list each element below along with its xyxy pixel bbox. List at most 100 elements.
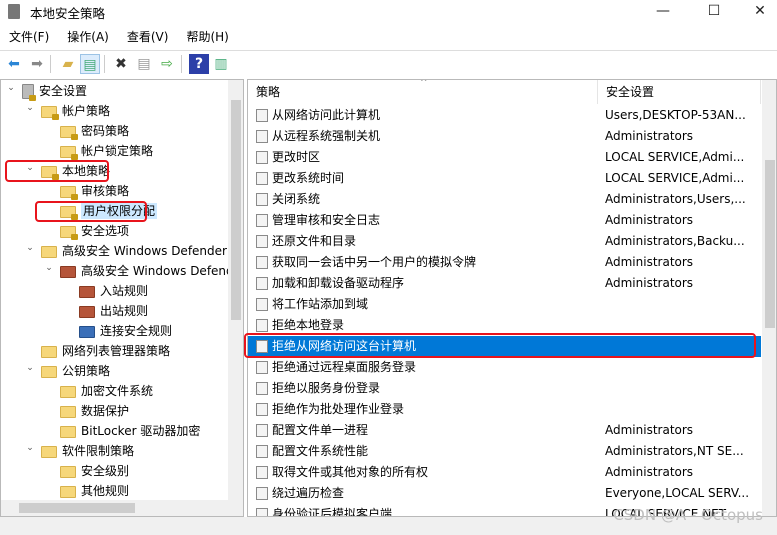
policy-name: 拒绝作为批处理作业登录 (272, 402, 405, 416)
policy-row[interactable]: 还原文件和目录 Administrators,Backu... (248, 231, 761, 252)
close-button[interactable]: ✕ (737, 0, 777, 24)
policy-row[interactable]: 拒绝通过远程桌面服务登录 (248, 357, 761, 378)
menu-view[interactable]: 查看(V) (118, 27, 178, 47)
sort-ascending-icon: ^ (420, 79, 428, 88)
policy-row[interactable]: 拒绝以服务身份登录 (248, 378, 761, 399)
chevron-down-icon[interactable]: ⌄ (24, 98, 36, 118)
maximize-button[interactable]: ☐ (691, 0, 737, 24)
tree-item[interactable]: 帐户锁定策略 (43, 141, 153, 161)
up-folder-icon[interactable]: ▰ (58, 54, 78, 74)
tree-item-label: 高级安全 Windows Defender 防火墙 - 本地组策略对象 (81, 264, 244, 278)
menu-file[interactable]: 文件(F) (0, 27, 58, 47)
forward-icon[interactable]: ➡ (27, 54, 47, 74)
policy-row[interactable]: 关闭系统 Administrators,Users,... (248, 189, 761, 210)
tree-item-label: 公钥策略 (62, 364, 111, 378)
scroll-thumb[interactable] (19, 503, 135, 513)
policy-name: 拒绝通过远程桌面服务登录 (272, 360, 417, 374)
tree-item[interactable]: ⌄ 安全设置 (5, 81, 87, 101)
tree-item[interactable]: 密码策略 (43, 121, 129, 141)
policy-name: 管理审核和安全日志 (272, 213, 381, 227)
policy-setting: Administrators (605, 255, 694, 269)
tree-item[interactable]: 网络列表管理器策略 (24, 341, 170, 361)
menu-action[interactable]: 操作(A) (58, 27, 118, 47)
policy-row[interactable]: 管理审核和安全日志 Administrators (248, 210, 761, 231)
action-pane-icon[interactable]: ▥ (211, 54, 231, 74)
column-header-setting[interactable]: 安全设置 (598, 80, 761, 104)
folder-lock-icon (60, 185, 78, 200)
policy-name: 拒绝以服务身份登录 (272, 381, 381, 395)
show-hide-tree-icon[interactable]: ▤ (80, 54, 100, 74)
chevron-down-icon[interactable]: ⌄ (24, 238, 36, 258)
policy-icon (256, 130, 268, 143)
policy-setting: Administrators (605, 465, 694, 479)
tree-item[interactable]: 审核策略 (43, 181, 129, 201)
tree-item[interactable]: 连接安全规则 (62, 321, 172, 341)
tree-item[interactable]: BitLocker 驱动器加密 (43, 421, 200, 441)
help-icon[interactable]: ? (189, 54, 209, 74)
policy-icon (256, 466, 268, 479)
tree-item[interactable]: ⌄ 高级安全 Windows Defender 防火墙 - 本地组策略对象 (43, 258, 244, 281)
tree-item[interactable]: ⌄ 高级安全 Windows Defender 防火墙 (24, 238, 243, 261)
menu-help[interactable]: 帮助(H) (177, 27, 237, 47)
policy-icon (256, 403, 268, 416)
scroll-thumb[interactable] (765, 160, 775, 328)
policy-row[interactable]: 更改时区 LOCAL SERVICE,Admi... (248, 147, 761, 168)
app-icon (8, 4, 20, 19)
policy-row[interactable]: 将工作站添加到域 (248, 294, 761, 315)
tree-item[interactable]: 安全级别 (43, 461, 129, 481)
policy-row[interactable]: 从网络访问此计算机 Users,DESKTOP-53AN... (248, 105, 761, 126)
tree-vertical-scrollbar[interactable] (228, 80, 243, 500)
policy-row[interactable]: 配置文件系统性能 Administrators,NT SE... (248, 441, 761, 462)
folder-icon (41, 345, 57, 358)
window-title: 本地安全策略 (30, 6, 106, 21)
policy-list-pane: 策略 ^ 安全设置 从网络访问此计算机 Users,DESKTOP-53AN...… (247, 79, 777, 517)
scroll-thumb[interactable] (231, 100, 241, 320)
tree-item[interactable]: 出站规则 (62, 301, 148, 321)
chevron-down-icon[interactable]: ⌄ (24, 358, 36, 378)
export-list-icon[interactable]: ⇨ (157, 54, 177, 74)
tree-item[interactable]: 入站规则 (62, 281, 148, 301)
tree-item[interactable]: ⌄ 公钥策略 (24, 361, 110, 381)
policy-setting: Users,DESKTOP-53AN... (605, 108, 746, 122)
policy-icon (256, 298, 268, 311)
policy-row[interactable]: 拒绝作为批处理作业登录 (248, 399, 761, 420)
tree-item[interactable]: ⌄ 帐户策略 (24, 101, 110, 121)
policy-name: 绕过遍历检查 (272, 486, 345, 500)
policy-row[interactable]: 取得文件或其他对象的所有权 Administrators (248, 462, 761, 483)
delete-icon[interactable]: ✖ (111, 54, 131, 74)
chevron-down-icon[interactable]: ⌄ (24, 438, 36, 458)
minimize-button[interactable]: — (640, 0, 686, 24)
tree-pane: ⌄ 安全设置 ⌄ 帐户策略 密码策略 帐户锁定策略 ⌄ 本地策略 审核策略 用户权限分配 安全选项 ⌄… (0, 79, 244, 517)
policy-name: 获取同一会话中另一个用户的模拟令牌 (272, 255, 477, 269)
tree-item[interactable]: 安全选项 (43, 221, 129, 241)
policy-name: 将工作站添加到域 (272, 297, 369, 311)
policy-row[interactable]: 加载和卸载设备驱动程序 Administrators (248, 273, 761, 294)
tree-item-label: BitLocker 驱动器加密 (81, 424, 201, 438)
security-icon (22, 84, 36, 101)
chevron-down-icon[interactable]: ⌄ (5, 80, 17, 98)
policy-icon (256, 109, 268, 122)
properties-icon[interactable]: ▤ (134, 54, 154, 74)
tree-item[interactable]: 数据保护 (43, 401, 129, 421)
policy-icon (256, 277, 268, 290)
tree-item[interactable]: 其他规则 (43, 481, 129, 501)
policy-row[interactable]: 从远程系统强制关机 Administrators (248, 126, 761, 147)
policy-icon (256, 361, 268, 374)
folder-icon (60, 425, 76, 438)
toolbar: ⬅ ➡ ▰ ▤ ✖ ▤ ⇨ ? ▥ (0, 50, 777, 76)
inbound-rule-icon (79, 285, 95, 298)
tree-item[interactable]: ⌄ 软件限制策略 (24, 441, 134, 461)
tree-item-label: 审核策略 (81, 184, 130, 198)
policy-row[interactable]: 获取同一会话中另一个用户的模拟令牌 Administrators (248, 252, 761, 273)
tree-item[interactable]: 加密文件系统 (43, 381, 153, 401)
policy-row[interactable]: 配置文件单一进程 Administrators (248, 420, 761, 441)
policy-row[interactable]: 更改系统时间 LOCAL SERVICE,Admi... (248, 168, 761, 189)
policy-row[interactable]: 绕过遍历检查 Everyone,LOCAL SERV... (248, 483, 761, 504)
policy-name: 加载和卸载设备驱动程序 (272, 276, 405, 290)
folder-lock-icon (41, 105, 59, 120)
chevron-down-icon[interactable]: ⌄ (43, 258, 55, 278)
tree-item-label: 帐户锁定策略 (81, 144, 154, 158)
list-vertical-scrollbar[interactable] (762, 80, 776, 516)
tree-horizontal-scrollbar[interactable] (1, 500, 243, 516)
back-icon[interactable]: ⬅ (4, 54, 24, 74)
